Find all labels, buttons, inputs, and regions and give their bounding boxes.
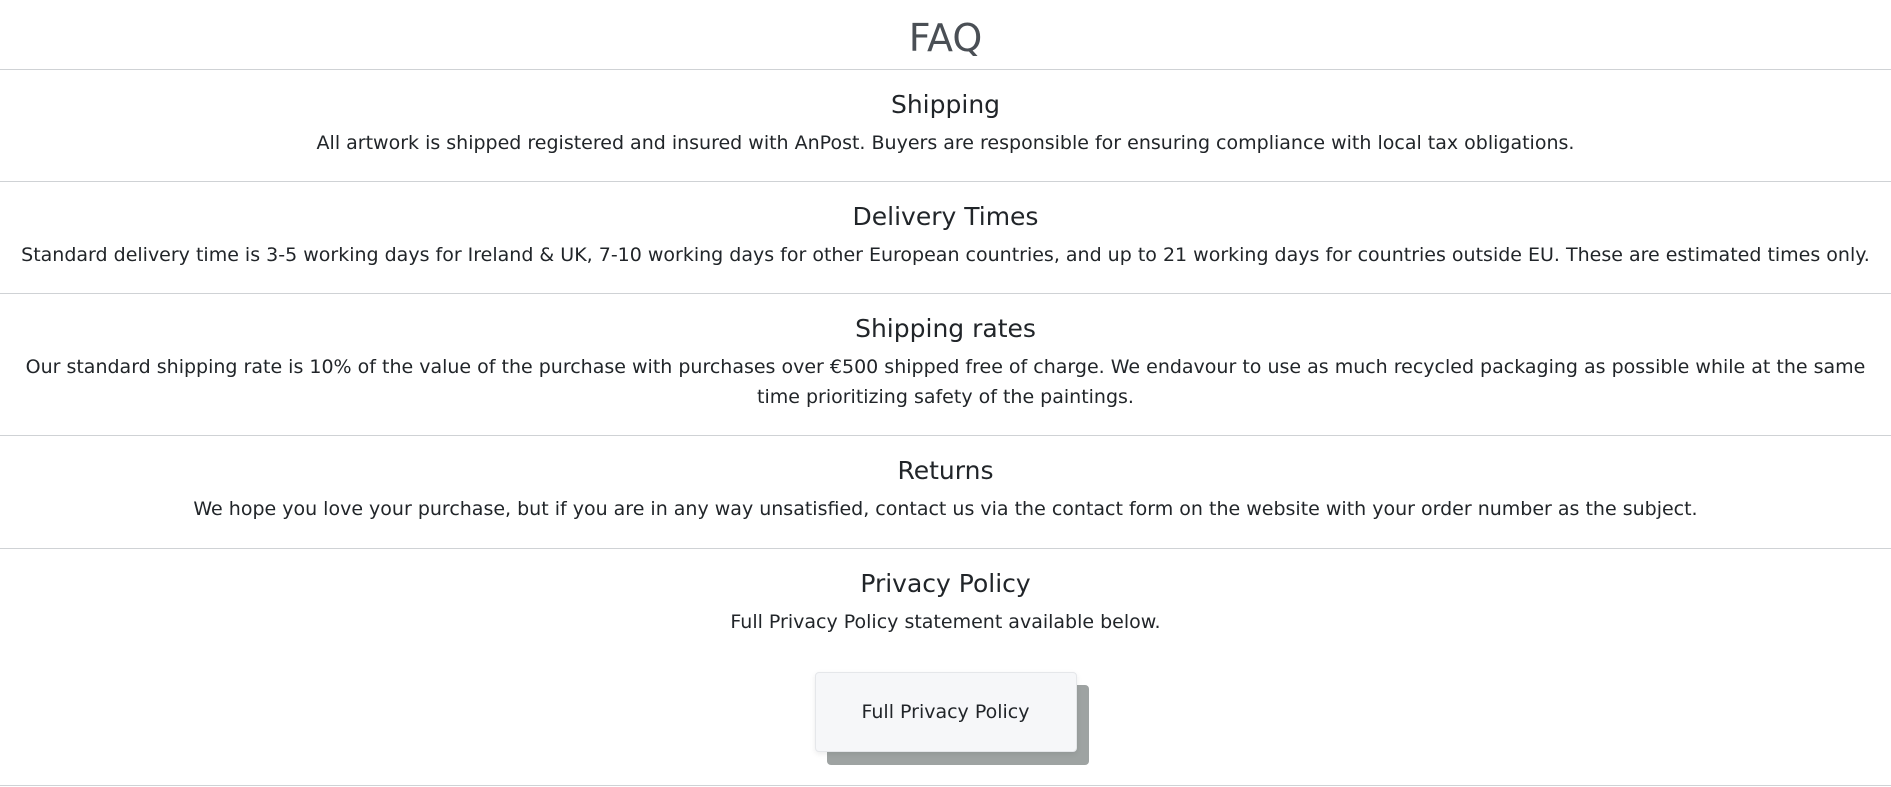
faq-text-delivery-times: Standard delivery time is 3-5 working da… bbox=[21, 244, 1870, 266]
privacy-button-wrapper: Full Privacy Policy bbox=[814, 672, 1089, 765]
faq-text-privacy-policy: Full Privacy Policy statement available … bbox=[730, 611, 1161, 633]
full-privacy-policy-button[interactable]: Full Privacy Policy bbox=[814, 672, 1077, 752]
faq-heading-shipping: Shipping bbox=[890, 90, 1001, 119]
faq-section-privacy-policy: Privacy Policy Full Privacy Policy state… bbox=[0, 549, 1891, 786]
faq-text-shipping-rates: Our standard shipping rate is 10% of the… bbox=[25, 356, 1866, 408]
faq-section-shipping-rates: Shipping rates Our standard shipping rat… bbox=[0, 294, 1891, 436]
faq-text-returns: We hope you love your purchase, but if y… bbox=[193, 498, 1698, 520]
faq-heading-returns: Returns bbox=[897, 456, 994, 485]
faq-section-delivery-times: Delivery Times Standard delivery time is… bbox=[0, 182, 1891, 294]
page-title: FAQ bbox=[0, 0, 1891, 70]
faq-text-shipping: All artwork is shipped registered and in… bbox=[316, 132, 1575, 154]
faq-heading-delivery-times: Delivery Times bbox=[852, 202, 1039, 231]
faq-section-shipping: Shipping All artwork is shipped register… bbox=[0, 70, 1891, 182]
faq-heading-privacy-policy: Privacy Policy bbox=[860, 569, 1031, 598]
faq-heading-shipping-rates: Shipping rates bbox=[855, 314, 1036, 343]
faq-section-returns: Returns We hope you love your purchase, … bbox=[0, 436, 1891, 549]
